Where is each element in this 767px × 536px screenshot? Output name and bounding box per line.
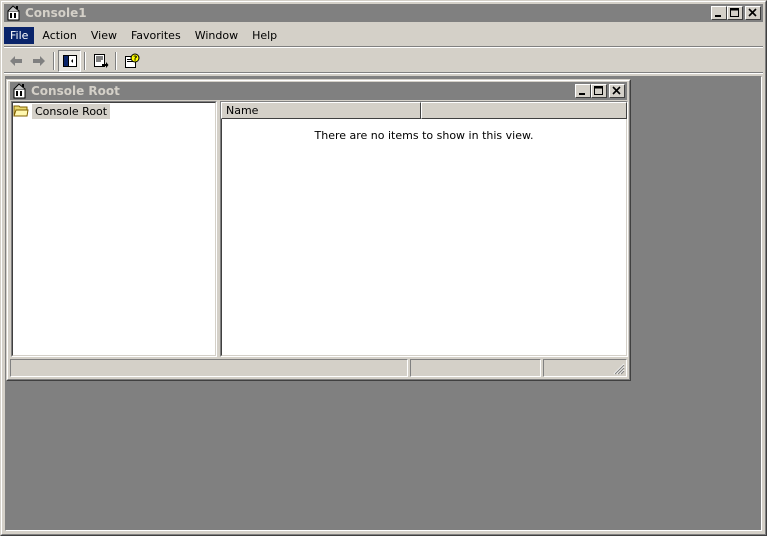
- menu-help[interactable]: Help: [246, 27, 283, 44]
- child-titlebar[interactable]: Console Root: [10, 82, 627, 100]
- forward-arrow-icon: [32, 55, 45, 66]
- close-button[interactable]: [745, 6, 761, 20]
- tree-node-console-root[interactable]: Console Root: [13, 102, 111, 121]
- statusbar: [10, 359, 627, 377]
- column-header-row: Name: [221, 102, 627, 119]
- minimize-button[interactable]: [711, 6, 727, 20]
- maximize-icon: [730, 8, 739, 17]
- status-cell-2: [410, 359, 541, 377]
- child-caption-buttons: [575, 84, 625, 98]
- folder-icon: [13, 102, 29, 121]
- child-close-button[interactable]: [609, 84, 625, 98]
- maximize-icon: [594, 86, 603, 95]
- console-root-icon: [12, 83, 28, 99]
- result-list-pane[interactable]: Name There are no items to show in this …: [220, 101, 628, 357]
- menu-favorites[interactable]: Favorites: [125, 27, 187, 44]
- close-icon: [612, 86, 621, 95]
- show-hide-tree-button[interactable]: [58, 49, 81, 72]
- child-minimize-button[interactable]: [575, 84, 591, 98]
- toolbar-separator: [53, 51, 55, 70]
- back-arrow-icon: [9, 55, 22, 66]
- forward-button[interactable]: [27, 50, 50, 72]
- column-header-filler: [421, 102, 627, 119]
- main-titlebar[interactable]: Console1: [4, 4, 763, 22]
- status-cell-3: [543, 359, 627, 377]
- menu-window[interactable]: Window: [189, 27, 244, 44]
- help-button[interactable]: ?: [120, 50, 143, 72]
- resize-grip-icon[interactable]: [613, 363, 625, 375]
- svg-text:?: ?: [133, 54, 137, 62]
- show-hide-console-tree-icon: [62, 54, 77, 67]
- status-cell-main: [10, 359, 408, 377]
- toolbar-separator: [115, 51, 117, 70]
- column-header-name[interactable]: Name: [221, 102, 421, 119]
- console-root-window: Console Root Console Root Name There are…: [6, 79, 631, 381]
- export-list-icon: [93, 53, 108, 68]
- child-maximize-button[interactable]: [591, 84, 607, 98]
- tree-pane-border: [12, 102, 216, 356]
- toolbar-separator: [84, 51, 86, 70]
- minimize-icon: [579, 93, 585, 95]
- console-tree-pane[interactable]: Console Root: [11, 101, 217, 357]
- empty-list-message: There are no items to show in this view.: [314, 129, 534, 142]
- back-button[interactable]: [4, 50, 27, 72]
- main-window: Console1 File Action View Favorites Wind…: [0, 0, 767, 536]
- tree-node-label: Console Root: [32, 104, 111, 119]
- minimize-icon: [715, 15, 721, 17]
- child-window-title: Console Root: [31, 84, 120, 98]
- toolbar: ?: [4, 49, 763, 73]
- main-caption-buttons: [711, 6, 761, 20]
- menu-view[interactable]: View: [85, 27, 123, 44]
- menu-action[interactable]: Action: [36, 27, 82, 44]
- export-list-button[interactable]: [89, 50, 112, 72]
- mmc-app-icon: [6, 5, 22, 21]
- window-title: Console1: [25, 6, 87, 20]
- menu-file[interactable]: File: [4, 26, 35, 44]
- close-icon: [748, 8, 757, 17]
- menubar: File Action View Favorites Window Help: [4, 24, 763, 47]
- maximize-button[interactable]: [727, 6, 743, 20]
- help-icon: ?: [124, 53, 139, 68]
